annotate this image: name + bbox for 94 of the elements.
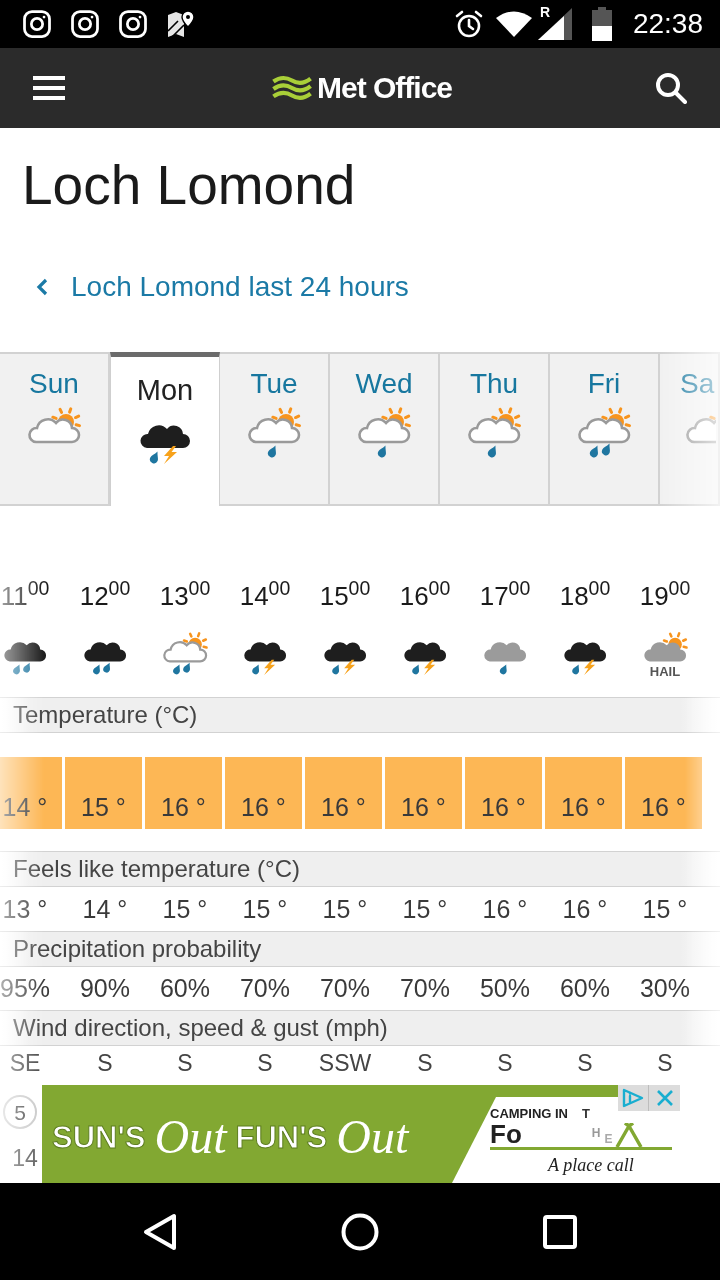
wind-direction: S xyxy=(657,1051,673,1075)
back-triangle-icon xyxy=(142,1212,178,1251)
wind-direction: SE xyxy=(9,1051,41,1075)
temperature-bar: 15 ° xyxy=(65,757,142,829)
ad-brand-letter: T xyxy=(582,1107,590,1120)
ad-brand-letter: H xyxy=(591,1127,601,1139)
temperature-bar: 14 ° xyxy=(0,757,62,829)
hour-label: 15$^{00}$ xyxy=(319,583,371,609)
recents-square-icon xyxy=(543,1214,577,1249)
ad-slogan-word: FUN'S xyxy=(235,1121,328,1153)
wind-direction: S xyxy=(257,1051,273,1075)
hour-label: 14$^{00}$ xyxy=(239,583,291,609)
feels-like-value: 15 ° xyxy=(402,896,448,922)
section-heading: Wind direction, speed & gust (mph) xyxy=(0,1010,720,1046)
ad-slogan-word: Out xyxy=(154,1113,227,1161)
menu-button[interactable] xyxy=(32,73,66,103)
day-tab[interactable]: Thu xyxy=(440,352,550,506)
chevron-left-icon xyxy=(36,278,48,296)
wind-speed-ring: 5 xyxy=(3,1095,37,1129)
temperature-bar: 16 ° xyxy=(625,757,702,829)
temperature-bar: 16 ° xyxy=(385,757,462,829)
temperature-bar: 16 ° xyxy=(145,757,222,829)
hour-label: 17$^{00}$ xyxy=(479,583,531,609)
search-button[interactable] xyxy=(654,71,688,105)
roaming-indicator: R xyxy=(539,5,551,19)
temperature-bar: 16 ° xyxy=(545,757,622,829)
wind-direction: S xyxy=(497,1051,513,1075)
wifi-icon xyxy=(495,11,532,37)
wind-direction: S xyxy=(177,1051,193,1075)
ad-tagline: A place call xyxy=(548,1156,635,1174)
camera-icon xyxy=(118,9,148,39)
feels-like-value: 16 ° xyxy=(562,896,608,922)
day-tab[interactable]: Tue xyxy=(220,352,330,506)
ad-choices-icon xyxy=(622,1088,644,1108)
ad-slogan-word: SUN'S xyxy=(52,1121,146,1153)
camera-icon xyxy=(70,9,100,39)
day-tab[interactable]: Sun xyxy=(0,352,110,506)
camera-icon xyxy=(22,9,52,39)
section-heading: Feels like temperature (°C) xyxy=(0,851,720,887)
precipitation-value: 70% xyxy=(399,976,450,1001)
precipitation-value: 90% xyxy=(79,976,130,1001)
ad-brand-text: CAMPING IN xyxy=(490,1107,568,1120)
wind-direction: S xyxy=(97,1051,113,1075)
feels-like-value: 15 ° xyxy=(322,896,368,922)
precipitation-value: 30% xyxy=(639,976,690,1001)
wind-direction: S xyxy=(417,1051,433,1075)
precipitation-value: 70% xyxy=(239,976,290,1001)
ad-brand-text: Fo xyxy=(490,1121,522,1147)
weather-note: HAIL xyxy=(649,664,681,678)
day-tab[interactable]: Sa xyxy=(660,352,720,506)
temperature-bar: 16 ° xyxy=(465,757,542,829)
location-title: Loch Lomond xyxy=(21,153,357,216)
temperature-bar: 16 ° xyxy=(225,757,302,829)
wind-direction: S xyxy=(577,1051,593,1075)
hour-label: 19$^{00}$ xyxy=(639,583,691,609)
day-tab[interactable]: Mon xyxy=(110,352,220,506)
precipitation-value: 70% xyxy=(319,976,370,1001)
logo-text: Met Office xyxy=(317,73,452,103)
back-link[interactable]: Loch Lomond last 24 hours xyxy=(36,269,409,305)
tent-icon xyxy=(614,1123,645,1147)
day-tab[interactable]: Fri xyxy=(550,352,660,506)
waves-logo-icon xyxy=(272,75,312,101)
feels-like-value: 15 ° xyxy=(642,896,688,922)
feels-like-value: 16 ° xyxy=(482,896,528,922)
day-tab[interactable]: Wed xyxy=(330,352,440,506)
menu-icon xyxy=(33,76,65,100)
home-circle-icon xyxy=(341,1212,379,1251)
ad-slogan-word: Out xyxy=(336,1113,409,1161)
precipitation-value: 60% xyxy=(559,976,610,1001)
clock-time: 22:38 xyxy=(632,10,703,38)
wind-direction: SSW xyxy=(318,1051,372,1075)
map-pin-icon xyxy=(166,9,196,39)
section-heading: Precipitation probability xyxy=(0,931,720,967)
feels-like-value: 13 ° xyxy=(2,896,48,922)
hour-label: 18$^{00}$ xyxy=(559,583,611,609)
alarm-clock-icon xyxy=(453,9,484,39)
close-icon xyxy=(655,1089,674,1107)
section-heading: Temperature (°C) xyxy=(0,697,720,733)
hour-label: 16$^{00}$ xyxy=(399,583,451,609)
hour-label: 12$^{00}$ xyxy=(79,583,131,609)
hour-label: 13$^{00}$ xyxy=(159,583,211,609)
signal-icon xyxy=(537,8,572,40)
battery-icon xyxy=(591,7,612,41)
precipitation-value: 95% xyxy=(0,976,51,1001)
feels-like-value: 15 ° xyxy=(162,896,208,922)
search-icon xyxy=(655,72,687,104)
ad-brand-letter: E xyxy=(604,1133,613,1145)
feels-like-value: 15 ° xyxy=(242,896,288,922)
feels-like-value: 14 ° xyxy=(82,896,128,922)
wind-gust-value: 14 xyxy=(12,1146,38,1170)
temperature-bar: 16 ° xyxy=(305,757,382,829)
hour-label: 11$^{00}$ xyxy=(0,583,50,609)
precipitation-value: 50% xyxy=(479,976,530,1001)
precipitation-value: 60% xyxy=(159,976,210,1001)
